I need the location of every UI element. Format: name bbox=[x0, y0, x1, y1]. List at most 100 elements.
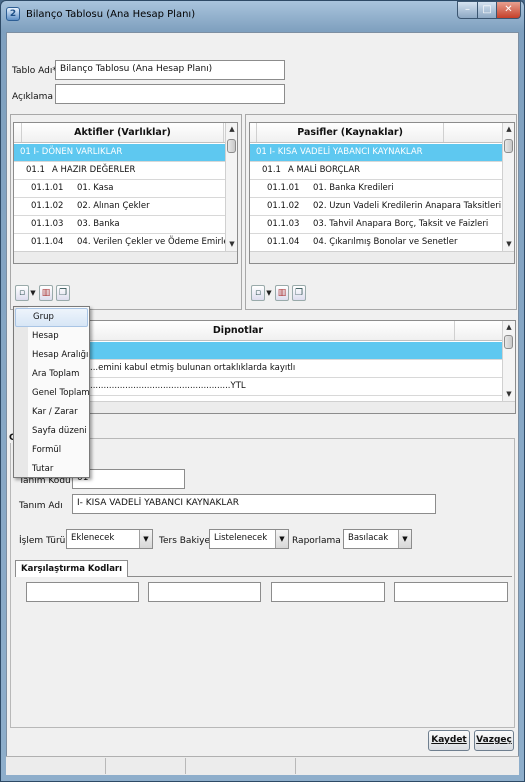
menu-item[interactable]: Tutar bbox=[15, 460, 88, 479]
app-logo-icon: 2 bbox=[6, 7, 20, 21]
scroll-up-icon[interactable]: ▲ bbox=[503, 123, 514, 135]
row-label: 01 I- KISA VADELİ YABANCI KAYNAKLAR bbox=[256, 147, 423, 157]
scroll-down-icon[interactable]: ▼ bbox=[226, 238, 237, 250]
table-row[interactable]: 01.1 A HAZIR DEĞERLER bbox=[14, 162, 225, 180]
table-row[interactable]: 01.1.01 01. Kasa bbox=[14, 180, 225, 198]
row-code: 01.1.02 bbox=[31, 201, 64, 211]
row-code: 01.1.03 bbox=[31, 219, 64, 229]
chevron-down-icon[interactable]: ▼ bbox=[275, 530, 288, 548]
row-code: 01.1 bbox=[262, 165, 281, 175]
karsilastirma-kodu-3[interactable] bbox=[271, 582, 385, 602]
menu-item[interactable]: Sayfa düzeni bbox=[15, 422, 88, 441]
row-name: 02. Alınan Çekler bbox=[77, 201, 150, 211]
aktifler-hscrollbar[interactable] bbox=[14, 251, 237, 263]
scroll-down-icon[interactable]: ▼ bbox=[503, 238, 514, 250]
aktifler-grid[interactable]: Aktifler (Varlıklar) 01 I- DÖNEN VARLIKL… bbox=[13, 122, 238, 264]
copy-icon[interactable]: ❐ bbox=[56, 285, 70, 301]
row-name: 04. Verilen Çekler ve Ödeme Emirleri (-) bbox=[77, 237, 225, 247]
row-name: 02. Uzun Vadeli Kredilerin Anapara Taksi… bbox=[313, 201, 502, 211]
copy-icon[interactable]: ❐ bbox=[292, 285, 306, 301]
status-bar bbox=[6, 756, 519, 775]
chevron-down-icon[interactable]: ▼ bbox=[398, 530, 411, 548]
islem-turu-value: Eklenecek bbox=[71, 533, 115, 543]
row-name: A MALİ BORÇLAR bbox=[288, 165, 361, 175]
table-row[interactable]: 01.1.03 03. Tahvil Anapara Borç, Taksit v… bbox=[250, 216, 502, 234]
raporlama-select[interactable]: Basılacak ▼ bbox=[343, 529, 412, 549]
ters-bakiye-value: Listelenecek bbox=[214, 533, 268, 543]
scroll-down-icon[interactable]: ▼ bbox=[503, 388, 515, 400]
ters-bakiye-select[interactable]: Listelenecek ▼ bbox=[209, 529, 289, 549]
title-bar[interactable]: 2 Bilanço Tablosu (Ana Hesap Planı) – □ … bbox=[0, 0, 523, 32]
vazgec-button[interactable]: Vazgeç bbox=[474, 730, 514, 751]
new-document-icon[interactable]: ▫ bbox=[251, 285, 265, 301]
row-name: 03. Tahvil Anapara Borç, Taksit ve Faizl… bbox=[313, 219, 489, 229]
tanim-adi-field[interactable]: I- KISA VADELİ YABANCI KAYNAKLAR bbox=[72, 494, 436, 514]
table-row[interactable]: 01 I- KISA VADELİ YABANCI KAYNAKLAR bbox=[250, 144, 502, 162]
dipnotlar-scrollbar[interactable]: ▲ ▼ bbox=[502, 321, 515, 401]
scroll-up-icon[interactable]: ▲ bbox=[226, 123, 237, 135]
tablo-adi-field[interactable]: Bilanço Tablosu (Ana Hesap Planı) bbox=[55, 60, 285, 80]
table-row[interactable]: 01.1.02 02. Uzun Vadeli Kredilerin Anapar… bbox=[250, 198, 502, 216]
status-pane bbox=[186, 758, 296, 774]
menu-item[interactable]: Ara Toplam bbox=[15, 365, 88, 384]
ters-bakiye-label: Ters Bakiye bbox=[159, 536, 211, 546]
pasifler-scrollbar[interactable]: ▲ ▼ bbox=[502, 123, 514, 251]
table-row[interactable]: 01.1.02 02. Alınan Çekler bbox=[14, 198, 225, 216]
row-name: 03. Banka bbox=[77, 219, 120, 229]
row-name: A HAZIR DEĞERLER bbox=[52, 165, 136, 175]
kaydet-button[interactable]: Kaydet bbox=[428, 730, 470, 751]
maximize-button[interactable]: □ bbox=[477, 1, 497, 19]
status-pane bbox=[6, 758, 106, 774]
row-name: 04. Çıkarılmış Bonolar ve Senetler bbox=[313, 237, 458, 247]
karsilastirma-kodu-4[interactable] bbox=[394, 582, 508, 602]
islem-turu-select[interactable]: Eklenecek ▼ bbox=[66, 529, 153, 549]
tablo-adi-label: Tablo Adı* bbox=[12, 66, 57, 76]
row-name: 01. Banka Kredileri bbox=[313, 183, 394, 193]
scroll-thumb[interactable] bbox=[504, 335, 513, 349]
raporlama-value: Basılacak bbox=[348, 533, 389, 543]
table-row[interactable]: 01.1.04 04. Verilen Çekler ve Ödeme Emirl… bbox=[14, 234, 225, 252]
menu-item[interactable]: Genel Toplam bbox=[15, 384, 90, 403]
chevron-down-icon[interactable]: ▼ bbox=[265, 285, 273, 301]
row-code: 01.1.04 bbox=[267, 237, 300, 247]
close-button[interactable]: ✕ bbox=[496, 1, 521, 19]
pasifler-header[interactable]: Pasifler (Kaynaklar) bbox=[257, 123, 445, 142]
menu-item[interactable]: Kar / Zarar bbox=[15, 403, 88, 422]
row-code: 01.1.03 bbox=[267, 219, 300, 229]
row-code: 01.1.01 bbox=[267, 183, 300, 193]
scroll-thumb[interactable] bbox=[227, 139, 236, 153]
menu-item[interactable]: Hesap bbox=[15, 327, 88, 346]
chevron-down-icon[interactable]: ▼ bbox=[139, 530, 152, 548]
row-label: 01 I- DÖNEN VARLIKLAR bbox=[20, 147, 123, 157]
aciklama-field[interactable] bbox=[55, 84, 285, 104]
menu-item[interactable]: Formül bbox=[15, 441, 88, 460]
aktifler-header[interactable]: Aktifler (Varlıklar) bbox=[22, 123, 224, 142]
aktifler-scrollbar[interactable]: ▲ ▼ bbox=[225, 123, 237, 251]
raporlama-label: Raporlama bbox=[292, 536, 341, 546]
window-title: Bilanço Tablosu (Ana Hesap Planı) bbox=[26, 9, 196, 20]
pasifler-hscrollbar[interactable] bbox=[250, 251, 514, 263]
table-row[interactable]: 01 I- DÖNEN VARLIKLAR bbox=[14, 144, 225, 162]
scroll-up-icon[interactable]: ▲ bbox=[503, 321, 515, 333]
row-code: 01.1.01 bbox=[31, 183, 64, 193]
islem-turu-label: İşlem Türü bbox=[19, 536, 66, 546]
karsilastirma-kodu-2[interactable] bbox=[148, 582, 261, 602]
table-row[interactable]: 01.1.04 04. Çıkarılmış Bonolar ve Senetle… bbox=[250, 234, 502, 252]
menu-item[interactable]: Hesap Aralığı bbox=[15, 346, 88, 365]
aciklama-label: Açıklama bbox=[12, 92, 53, 102]
table-row[interactable]: 01.1 A MALİ BORÇLAR bbox=[250, 162, 502, 180]
karsilastirma-kodu-1[interactable] bbox=[26, 582, 139, 602]
delete-icon[interactable]: ▥ bbox=[275, 285, 289, 301]
row-name: 01. Kasa bbox=[77, 183, 114, 193]
menu-item[interactable]: Grup bbox=[15, 308, 88, 327]
minimize-button[interactable]: – bbox=[457, 1, 478, 19]
table-row[interactable]: 01.1.03 03. Banka bbox=[14, 216, 225, 234]
scroll-thumb[interactable] bbox=[504, 139, 513, 153]
chevron-down-icon[interactable]: ▼ bbox=[29, 285, 37, 301]
delete-icon[interactable]: ▥ bbox=[39, 285, 53, 301]
new-document-icon[interactable]: ▫ bbox=[15, 285, 29, 301]
pasifler-grid[interactable]: Pasifler (Kaynaklar) 01 I- KISA VADELİ Y… bbox=[249, 122, 515, 264]
table-row[interactable]: 01.1.01 01. Banka Kredileri bbox=[250, 180, 502, 198]
tab-karsilastirma-kodlari[interactable]: Karşılaştırma Kodları bbox=[15, 560, 129, 577]
row-code: 01.1 bbox=[26, 165, 45, 175]
